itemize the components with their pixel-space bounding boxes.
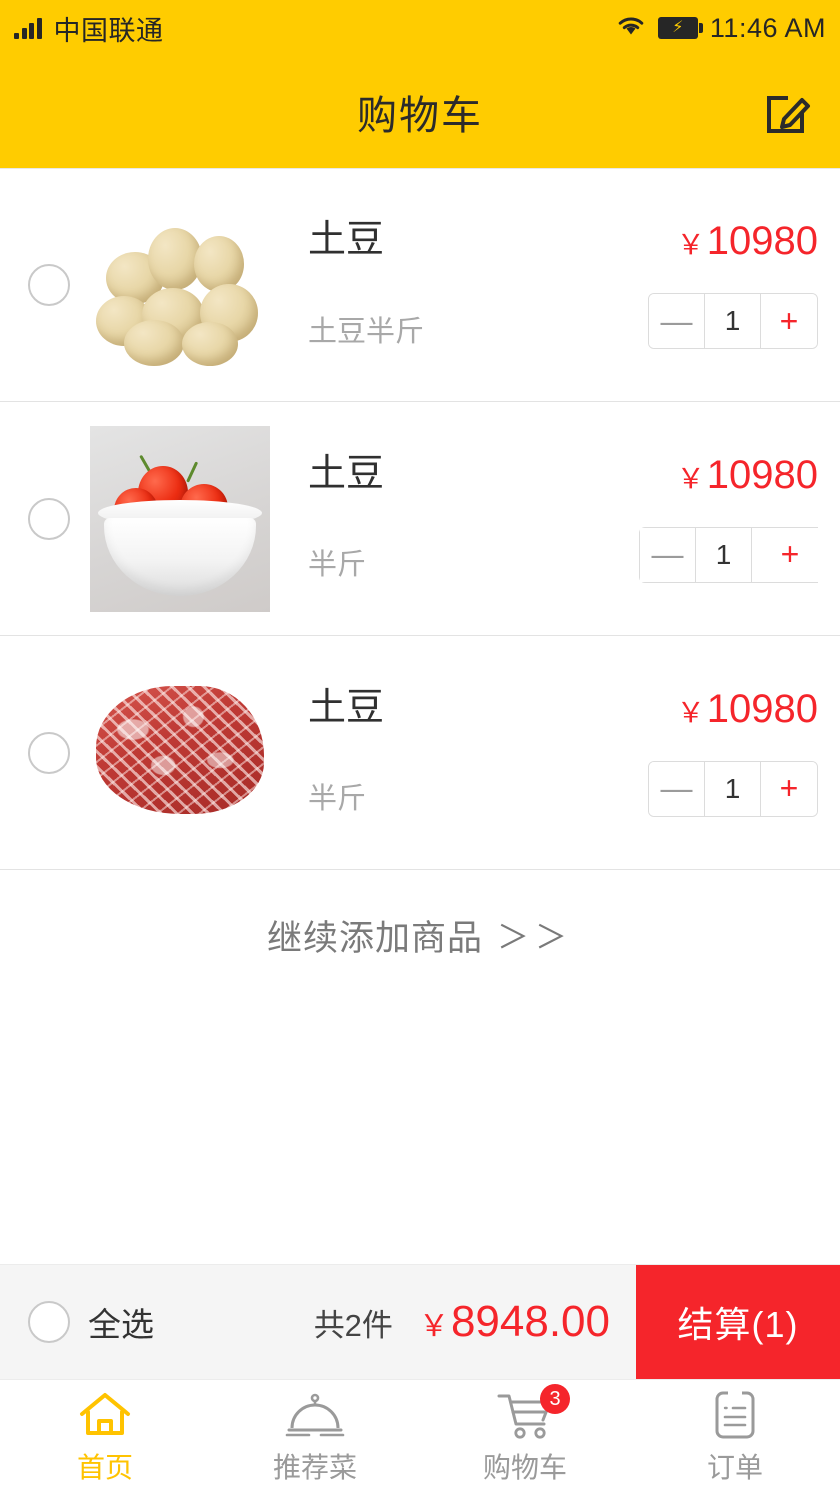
tab-home[interactable]: 首页 (0, 1380, 210, 1494)
cloche-dish-icon (285, 1388, 345, 1440)
tab-recommended-label: 推荐菜 (272, 1452, 357, 1483)
decrement-button[interactable]: — (649, 761, 705, 816)
currency-symbol: ￥ (418, 1310, 449, 1343)
bottom-tab-bar: 首页 推荐菜 3 购物车 订单 (0, 1380, 840, 1494)
carrier-label: 中国联通 (53, 15, 164, 46)
item-right-column: ￥10980 — 1 + (603, 689, 818, 817)
increment-button[interactable]: + (761, 294, 817, 348)
order-list-icon (711, 1388, 759, 1440)
item-select-radio[interactable] (28, 264, 70, 306)
item-spec: 半斤 (308, 549, 367, 582)
item-thumbnail[interactable] (90, 425, 270, 612)
cart-item-list: 土豆 土豆半斤 ￥10980 — 1 + 土豆 半斤 ￥10980 — 1 + … (0, 168, 840, 870)
item-name: 土豆 (308, 686, 385, 729)
item-info: 土豆 半斤 (270, 452, 603, 584)
status-bar: 中国联通 ⚡ 11:46 AM (0, 0, 840, 56)
item-select-radio[interactable] (28, 731, 70, 774)
item-price: ￥10980 (677, 455, 818, 495)
shopping-cart-icon: 3 (496, 1384, 570, 1440)
raw-beef-steak-photo (90, 659, 270, 846)
price-value: 10980 (706, 452, 818, 497)
increment-button[interactable]: + (762, 527, 818, 582)
price-value: 10980 (706, 219, 818, 263)
continue-label: 继续添加商品 (266, 918, 483, 958)
select-all-group[interactable]: 全选 (0, 1265, 154, 1379)
select-all-label: 全选 (88, 1306, 154, 1343)
item-price: ￥10980 (677, 689, 818, 729)
tab-cart-label: 购物车 (482, 1452, 567, 1483)
total-price: ￥8948.00 (419, 1300, 610, 1344)
page-title: 购物车 (357, 94, 483, 138)
quantity-value[interactable]: 1 (696, 527, 752, 582)
status-bar-right: ⚡ 11:46 AM (616, 13, 826, 44)
item-info: 土豆 土豆半斤 (270, 219, 603, 350)
total-amount: 8948.00 (450, 1297, 610, 1346)
currency-symbol: ￥ (676, 229, 705, 260)
increment-button[interactable]: + (761, 761, 817, 816)
cart-item-row[interactable]: 土豆 土豆半斤 ￥10980 — 1 + (0, 168, 840, 402)
cart-badge: 3 (540, 1384, 570, 1414)
chevron-right-icon: ＞＞ (497, 919, 574, 955)
bowl-body (104, 517, 256, 596)
select-all-radio[interactable] (28, 1301, 70, 1343)
app-header: 购物车 (0, 56, 840, 168)
item-name: 土豆 (308, 452, 385, 495)
quantity-stepper: — 1 + (648, 293, 818, 349)
checkout-bar: 全选 共2件 ￥8948.00 结算(1) (0, 1264, 840, 1380)
decrement-button[interactable]: — (649, 294, 705, 348)
continue-shopping-link[interactable]: 继续添加商品 ＞＞ (267, 910, 573, 961)
decrement-button[interactable]: — (640, 527, 696, 582)
quantity-stepper: — 1 + (648, 760, 818, 817)
price-value: 10980 (706, 686, 818, 731)
wifi-icon (616, 14, 646, 42)
continue-shopping-area: 继续添加商品 ＞＞ (0, 870, 840, 1000)
cart-item-row[interactable]: 土豆 半斤 ￥10980 — 1 + (0, 402, 840, 636)
currency-symbol: ￥ (676, 696, 705, 728)
item-select-radio[interactable] (28, 497, 70, 540)
item-spec: 半斤 (308, 783, 367, 816)
item-spec: 土豆半斤 (308, 315, 425, 348)
clock-label: 11:46 AM (709, 12, 826, 43)
cart-item-row[interactable]: 土豆 半斤 ￥10980 — 1 + (0, 636, 840, 870)
home-icon (77, 1388, 133, 1440)
item-thumbnail[interactable] (90, 192, 270, 378)
tab-orders-label: 订单 (706, 1452, 763, 1483)
quantity-stepper: — 1 + (639, 526, 818, 583)
item-right-column: ￥10980 — 1 + (603, 221, 818, 349)
quantity-value[interactable]: 1 (705, 294, 761, 348)
tab-recommended[interactable]: 推荐菜 (210, 1380, 420, 1494)
potatoes-photo (90, 192, 270, 378)
cart-screen: 中国联通 ⚡ 11:46 AM 购物车 土豆 土豆半斤 ￥10980 — 1 +… (0, 0, 840, 1494)
item-name: 土豆 (308, 219, 385, 262)
signal-bars-icon (14, 17, 42, 39)
tab-home-label: 首页 (76, 1452, 133, 1483)
quantity-value[interactable]: 1 (705, 761, 761, 816)
item-count-label: 共2件 (313, 1307, 393, 1343)
submit-order-button[interactable]: 结算(1) (636, 1265, 840, 1379)
currency-symbol: ￥ (676, 462, 705, 494)
item-thumbnail[interactable] (90, 659, 270, 846)
beef-cut (96, 685, 264, 814)
edit-square-icon[interactable] (762, 86, 814, 138)
tomatoes-in-bowl-photo (90, 425, 270, 612)
battery-charging-icon: ⚡ (657, 17, 703, 39)
item-price: ￥10980 (677, 221, 818, 261)
tab-orders[interactable]: 订单 (630, 1380, 840, 1494)
tab-cart[interactable]: 3 购物车 (420, 1380, 630, 1494)
checkout-summary: 共2件 ￥8948.00 (154, 1265, 636, 1379)
item-info: 土豆 半斤 (270, 686, 603, 818)
empty-space (0, 1000, 840, 1236)
item-right-column: ￥10980 — 1 + (603, 455, 818, 583)
status-bar-left: 中国联通 (14, 9, 164, 48)
